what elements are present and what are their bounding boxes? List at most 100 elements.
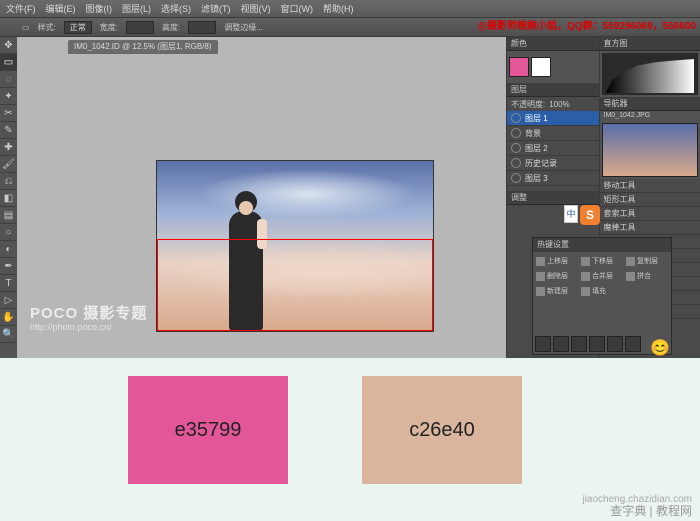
opt-style-select[interactable]: 正常 bbox=[64, 21, 92, 34]
dodge-tool[interactable]: ◐ bbox=[0, 241, 17, 258]
menu-layer[interactable]: 图层(L) bbox=[122, 2, 151, 15]
marquee-selection[interactable] bbox=[157, 239, 433, 331]
navigator-tab[interactable]: 导航器 bbox=[600, 97, 700, 111]
text-tool[interactable]: T bbox=[0, 275, 17, 292]
opt-width-label: 宽度: bbox=[100, 22, 118, 33]
wand-tool[interactable]: ✦ bbox=[0, 88, 17, 105]
layer-name: 图层 3 bbox=[525, 173, 548, 184]
menu-view[interactable]: 视图(V) bbox=[241, 2, 271, 15]
color-swatch-tan: c26e40 bbox=[362, 376, 522, 484]
opt-style-label: 样式: bbox=[38, 22, 56, 33]
marquee-tool[interactable]: ▭ bbox=[0, 54, 17, 71]
ime-zh-indicator[interactable]: 中 bbox=[564, 205, 578, 223]
list-item[interactable]: 下移层 bbox=[581, 255, 623, 267]
poco-logo: POCO 摄影专题 bbox=[30, 302, 147, 323]
document-tab[interactable]: IM0_1042.ID @ 12.5% (图层1, RGB/8) bbox=[68, 40, 218, 54]
panel-button[interactable] bbox=[607, 336, 623, 352]
layer-name: 背景 bbox=[525, 128, 541, 139]
menu-select[interactable]: 选择(S) bbox=[161, 2, 191, 15]
layer-row[interactable]: 图层 3 bbox=[507, 171, 599, 186]
opacity-label: 不透明度: bbox=[511, 99, 545, 110]
panel-button[interactable] bbox=[589, 336, 605, 352]
list-item[interactable]: 移动工具 bbox=[600, 179, 700, 193]
panel-button[interactable] bbox=[625, 336, 641, 352]
color-panel bbox=[507, 51, 599, 83]
author-credit: @摄影师婉婉小姐，QQ群：559296069，550600 bbox=[477, 17, 696, 32]
layer-opacity-row: 不透明度: 100% bbox=[507, 97, 599, 111]
crop-tool[interactable]: ✂ bbox=[0, 105, 17, 122]
opt-height-label: 高度: bbox=[162, 22, 180, 33]
move-tool[interactable]: ✥ bbox=[0, 37, 17, 54]
path-tool[interactable]: ▷ bbox=[0, 292, 17, 309]
sogou-ime-icon[interactable]: S bbox=[580, 205, 600, 225]
list-item[interactable]: 拼合 bbox=[626, 270, 668, 282]
zoom-tool[interactable]: 🔍 bbox=[0, 326, 17, 343]
visibility-icon[interactable] bbox=[511, 173, 521, 183]
color-swatch-pink: e35799 bbox=[128, 376, 288, 484]
poco-url: http://photo.poco.cn/ bbox=[30, 322, 112, 332]
list-item[interactable]: 上移层 bbox=[536, 255, 578, 267]
layer-row[interactable]: 图层 2 bbox=[507, 141, 599, 156]
photoshop-window: 文件(F) 编辑(E) 图像(I) 图层(L) 选择(S) 滤镜(T) 视图(V… bbox=[0, 0, 700, 358]
layers-list: 图层 1 背景 图层 2 历史记录 图层 3 bbox=[507, 111, 599, 191]
visibility-icon[interactable] bbox=[511, 143, 521, 153]
eraser-tool[interactable]: ◧ bbox=[0, 190, 17, 207]
list-item[interactable]: 填充 bbox=[581, 285, 623, 297]
list-item[interactable]: 套索工具 bbox=[600, 207, 700, 221]
panel-button[interactable] bbox=[553, 336, 569, 352]
layer-row[interactable]: 背景 bbox=[507, 126, 599, 141]
navigator-filename: IM0_1042.JPG bbox=[600, 111, 700, 121]
document-image[interactable] bbox=[156, 160, 434, 332]
list-item[interactable]: 删除层 bbox=[536, 270, 578, 282]
menu-edit[interactable]: 编辑(E) bbox=[46, 2, 76, 15]
layer-row[interactable]: 历史记录 bbox=[507, 156, 599, 171]
stamp-tool[interactable]: ⎌ bbox=[0, 173, 17, 190]
layer-row[interactable]: 图层 1 bbox=[507, 111, 599, 126]
floating-panel-title: 热键设置 bbox=[533, 238, 671, 252]
panel-button[interactable] bbox=[571, 336, 587, 352]
list-item[interactable]: 新建层 bbox=[536, 285, 578, 297]
hand-tool[interactable]: ✋ bbox=[0, 309, 17, 326]
list-item[interactable]: 矩形工具 bbox=[600, 193, 700, 207]
visibility-icon[interactable] bbox=[511, 128, 521, 138]
swatch-hex-label: e35799 bbox=[175, 419, 242, 442]
eyedropper-tool[interactable]: ✎ bbox=[0, 122, 17, 139]
list-item[interactable]: 魔棒工具 bbox=[600, 221, 700, 235]
foreground-color[interactable] bbox=[509, 57, 529, 77]
background-color[interactable] bbox=[531, 57, 551, 77]
menu-bar: 文件(F) 编辑(E) 图像(I) 图层(L) 选择(S) 滤镜(T) 视图(V… bbox=[0, 0, 700, 17]
visibility-icon[interactable] bbox=[511, 158, 521, 168]
emoji-icon: 😊 bbox=[650, 338, 670, 358]
brush-tool[interactable]: 🖌 bbox=[0, 156, 17, 173]
watermark-text: 查字典 | 教程网 bbox=[610, 502, 692, 519]
navigator-preview[interactable] bbox=[602, 123, 698, 177]
opt-height-input[interactable] bbox=[188, 21, 216, 34]
opt-width-input[interactable] bbox=[126, 21, 154, 34]
menu-file[interactable]: 文件(F) bbox=[6, 2, 36, 15]
opt-refine-button[interactable]: 调整边缘... bbox=[224, 22, 263, 33]
menu-window[interactable]: 窗口(W) bbox=[281, 2, 314, 15]
color-panel-tab[interactable]: 颜色 bbox=[507, 37, 599, 51]
blur-tool[interactable]: ○ bbox=[0, 224, 17, 241]
layers-panel-tab[interactable]: 图层 bbox=[507, 83, 599, 97]
marquee-icon: ▭ bbox=[22, 23, 30, 32]
panel-button[interactable] bbox=[535, 336, 551, 352]
list-item[interactable]: 合并层 bbox=[581, 270, 623, 282]
floating-panel-body: 上移层 下移层 复制层 删除层 合并层 拼合 新建层 填充 bbox=[533, 252, 671, 300]
heal-tool[interactable]: ✚ bbox=[0, 139, 17, 156]
pen-tool[interactable]: ✒ bbox=[0, 258, 17, 275]
list-item[interactable]: 复制层 bbox=[626, 255, 668, 267]
histogram-tab[interactable]: 直方图 bbox=[600, 37, 700, 51]
lasso-tool[interactable]: ◌ bbox=[0, 71, 17, 88]
adjustments-tab[interactable]: 调整 bbox=[507, 191, 599, 205]
layer-name: 历史记录 bbox=[525, 158, 557, 169]
opacity-value[interactable]: 100% bbox=[549, 100, 569, 109]
visibility-icon[interactable] bbox=[511, 113, 521, 123]
gradient-tool[interactable]: ▤ bbox=[0, 207, 17, 224]
floating-panel-buttons bbox=[535, 336, 669, 352]
histogram bbox=[602, 53, 698, 95]
menu-filter[interactable]: 滤镜(T) bbox=[201, 2, 231, 15]
toolbox: ✥ ▭ ◌ ✦ ✂ ✎ ✚ 🖌 ⎌ ◧ ▤ ○ ◐ ✒ T ▷ ✋ 🔍 bbox=[0, 37, 17, 358]
menu-help[interactable]: 帮助(H) bbox=[323, 2, 354, 15]
menu-image[interactable]: 图像(I) bbox=[86, 2, 113, 15]
